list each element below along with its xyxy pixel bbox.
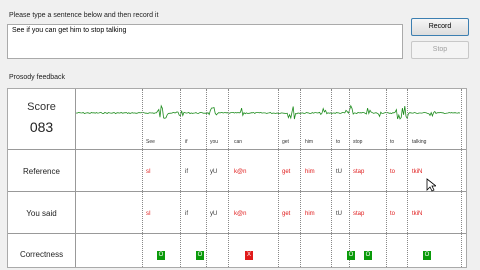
word-boundary-line bbox=[206, 89, 207, 267]
reference-phoneme: tU bbox=[336, 169, 342, 175]
word-label: stop bbox=[353, 139, 363, 145]
said-phoneme: k@n bbox=[234, 211, 247, 217]
said-phoneme: him bbox=[305, 211, 315, 217]
reference-phoneme: tkiN bbox=[412, 169, 423, 175]
said-phoneme: tkiN bbox=[412, 211, 423, 217]
prosody-feedback-panel: Score 083 Reference You said Correctness… bbox=[7, 88, 467, 268]
correct-mark: O bbox=[157, 251, 165, 260]
word-boundary-line bbox=[386, 89, 387, 267]
reference-row-label: Reference bbox=[23, 167, 60, 176]
word-label: if bbox=[185, 139, 188, 145]
word-label: See bbox=[146, 139, 155, 145]
said-phoneme: to bbox=[390, 211, 396, 217]
reference-phoneme: k@n bbox=[234, 169, 247, 175]
word-label: to bbox=[336, 139, 341, 145]
word-boundary-line bbox=[407, 89, 408, 267]
instruction-label: Please type a sentence below and then re… bbox=[9, 12, 159, 19]
sentence-input[interactable]: See if you can get him to stop talking bbox=[7, 24, 403, 59]
word-label: you bbox=[210, 139, 219, 145]
correct-mark: O bbox=[196, 251, 204, 260]
stop-button[interactable]: Stop bbox=[411, 41, 469, 59]
row-divider bbox=[8, 233, 466, 234]
prosody-feedback-label: Prosody feedback bbox=[9, 74, 66, 81]
word-boundary-line bbox=[228, 89, 229, 267]
word-boundary-line bbox=[331, 89, 332, 267]
reference-phoneme: stap bbox=[353, 169, 365, 175]
word-boundary-line bbox=[300, 89, 301, 267]
reference-phoneme: sI bbox=[146, 169, 151, 175]
you-said-row-label: You said bbox=[26, 209, 57, 218]
record-button[interactable]: Record bbox=[411, 18, 469, 36]
word-boundary-line bbox=[349, 89, 350, 267]
said-phoneme: get bbox=[282, 211, 291, 217]
reference-phoneme: to bbox=[390, 169, 396, 175]
correct-mark: O bbox=[364, 251, 372, 260]
word-label: to bbox=[390, 139, 395, 145]
word-label: get bbox=[282, 139, 289, 145]
word-boundary-line bbox=[180, 89, 181, 267]
score-value: 083 bbox=[29, 119, 54, 135]
reference-phoneme: yU bbox=[210, 169, 218, 175]
reference-phoneme: get bbox=[282, 169, 291, 175]
word-boundary-line bbox=[142, 89, 143, 267]
said-phoneme: if bbox=[185, 211, 188, 217]
correctness-row-label: Correctness bbox=[19, 250, 64, 259]
word-label: can bbox=[234, 139, 243, 145]
said-phoneme: sI bbox=[146, 211, 151, 217]
word-boundary-line bbox=[461, 89, 462, 267]
said-phoneme: tU bbox=[336, 211, 342, 217]
word-label: talking bbox=[412, 139, 427, 145]
word-boundary-line bbox=[278, 89, 279, 267]
score-title: Score bbox=[27, 101, 56, 113]
incorrect-mark: X bbox=[245, 251, 253, 260]
row-divider bbox=[8, 191, 466, 192]
said-phoneme: stap bbox=[353, 211, 365, 217]
correct-mark: O bbox=[423, 251, 431, 260]
row-divider bbox=[8, 149, 466, 150]
mouse-cursor-icon bbox=[426, 178, 436, 192]
reference-phoneme: if bbox=[185, 169, 188, 175]
correct-mark: O bbox=[347, 251, 355, 260]
word-label: him bbox=[305, 139, 314, 145]
said-phoneme: yU bbox=[210, 211, 218, 217]
reference-phoneme: him bbox=[305, 169, 315, 175]
